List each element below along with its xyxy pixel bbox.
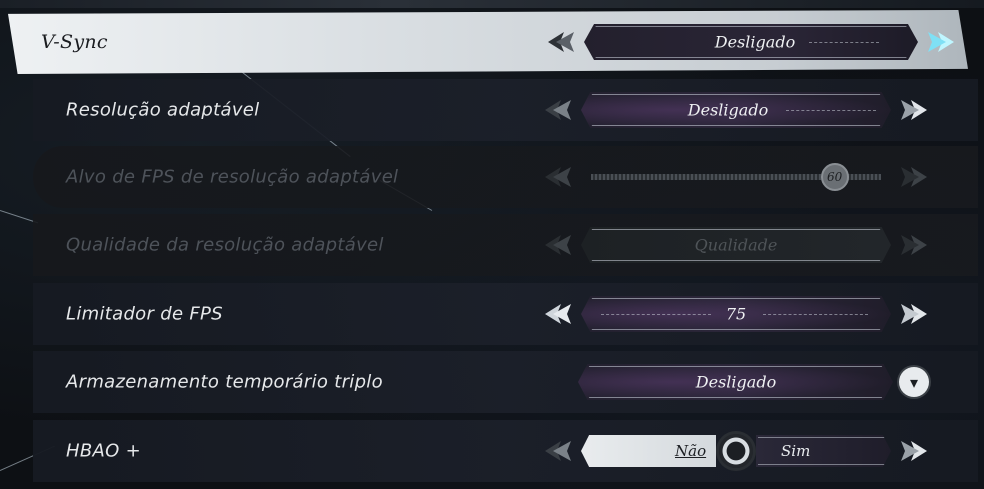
option-value: Qualidade	[694, 235, 778, 255]
setting-label: Alvo de FPS de resolução adaptável	[66, 166, 399, 188]
arrow-right-icon[interactable]	[897, 436, 931, 466]
setting-row-hbao[interactable]: HBAO + Não Sim	[33, 420, 978, 482]
setting-label: Resolução adaptável	[66, 99, 260, 121]
arrow-left-icon[interactable]	[544, 27, 578, 57]
toggle-on-label: Sim	[781, 442, 811, 460]
value-dash-line	[809, 42, 879, 43]
toggle-switch[interactable]: Não Sim	[541, 433, 931, 469]
setting-row-adaptive-resolution[interactable]: Resolução adaptável Desligado	[33, 79, 978, 141]
arrow-left-icon[interactable]	[541, 95, 575, 125]
arrow-right-icon	[897, 230, 931, 260]
option-value: Desligado	[695, 372, 777, 392]
arrow-right-icon[interactable]	[924, 27, 958, 57]
value-dash-line	[786, 110, 876, 111]
dropdown-select[interactable]: Desligado ▾	[578, 364, 933, 400]
value-dash-line	[601, 314, 711, 315]
option-selector: Qualidade	[541, 227, 931, 263]
arrow-left-icon	[541, 230, 575, 260]
top-decorative-strip	[0, 0, 984, 8]
option-value: Desligado	[714, 32, 796, 52]
setting-label: V-Sync	[41, 31, 108, 53]
toggle-option-on[interactable]	[756, 435, 891, 467]
setting-row-triple-buffering[interactable]: Armazenamento temporário triplo Desligad…	[33, 351, 978, 413]
setting-row-vsync[interactable]: V-Sync Desligado	[8, 10, 968, 74]
fps-target-slider: 60	[541, 159, 931, 195]
arrow-left-icon[interactable]	[541, 436, 575, 466]
arrow-right-icon[interactable]	[897, 299, 931, 329]
setting-row-adaptive-fps-target: Alvo de FPS de resolução adaptável 60	[33, 146, 978, 208]
option-selector[interactable]: 75	[541, 296, 931, 332]
slider-thumb: 60	[820, 163, 849, 191]
setting-label: HBAO +	[66, 440, 141, 462]
settings-screen: { "settings": [ {"label": "V-Sync", "val…	[0, 0, 984, 489]
arrow-left-icon[interactable]	[541, 299, 575, 329]
option-selector[interactable]: Desligado	[544, 24, 958, 60]
option-value: Desligado	[687, 100, 769, 120]
toggle-off-label: Não	[675, 442, 707, 460]
setting-row-fps-limiter[interactable]: Limitador de FPS 75	[33, 283, 978, 345]
arrow-right-icon[interactable]	[897, 95, 931, 125]
arrow-right-icon	[897, 162, 931, 192]
option-value: 75	[725, 304, 747, 324]
arrow-left-icon	[541, 162, 575, 192]
setting-label: Armazenamento temporário triplo	[66, 371, 383, 393]
chevron-down-icon[interactable]: ▾	[899, 367, 929, 397]
option-selector[interactable]: Desligado	[541, 92, 931, 128]
setting-label: Qualidade da resolução adaptável	[66, 234, 384, 256]
slider-value: 60	[826, 170, 843, 184]
setting-label: Limitador de FPS	[66, 303, 223, 325]
gear-icon	[719, 434, 753, 468]
setting-row-adaptive-quality: Qualidade da resolução adaptável Qualida…	[33, 214, 978, 276]
value-dash-line	[763, 314, 868, 315]
